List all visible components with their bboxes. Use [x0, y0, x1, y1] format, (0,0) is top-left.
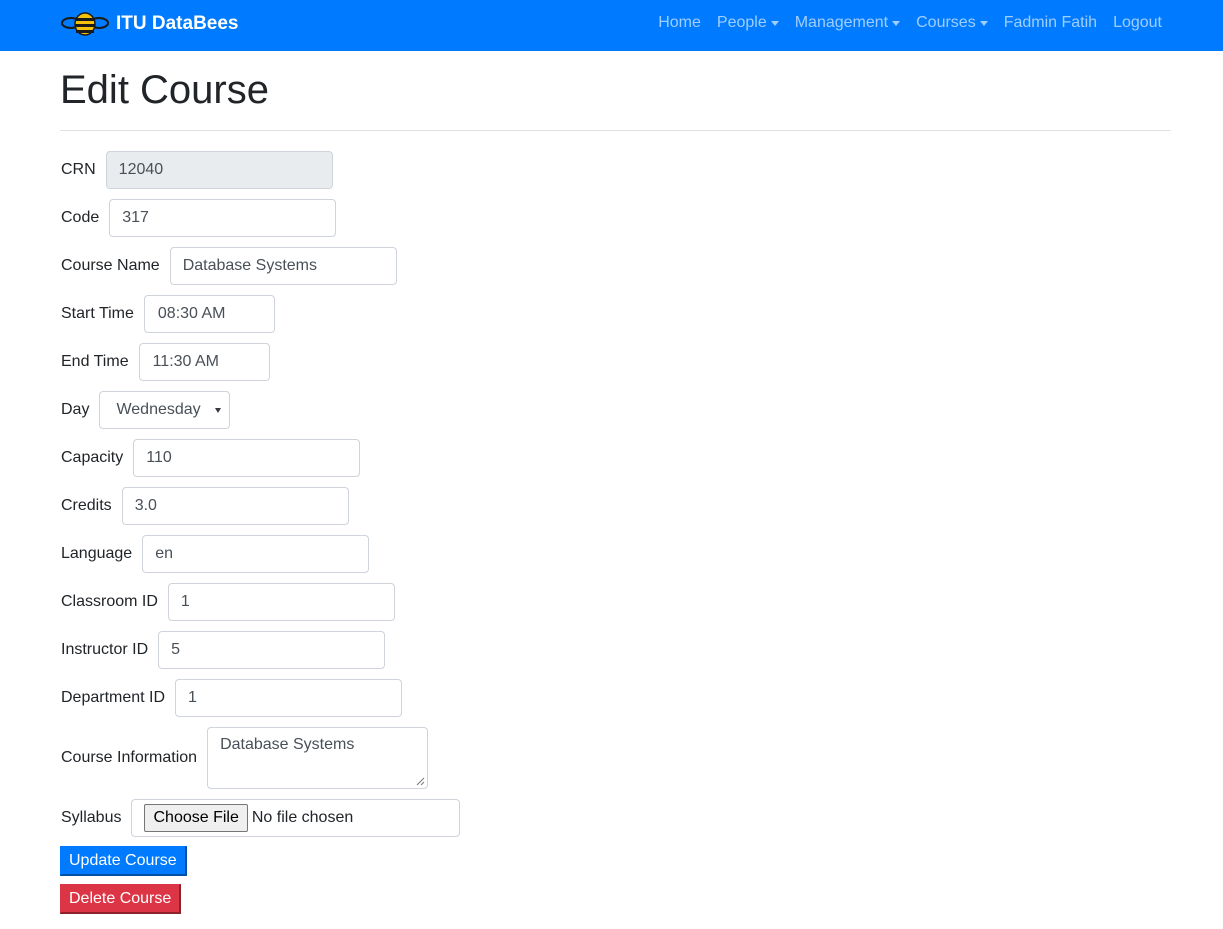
- capacity-label: Capacity: [61, 449, 124, 466]
- start-time-label: Start Time: [61, 305, 134, 322]
- end-time-row: End Time 11:30 AM: [61, 343, 270, 381]
- classroom-id-label: Classroom ID: [61, 593, 158, 610]
- start-time-row: Start Time 08:30 AM: [61, 295, 275, 333]
- day-select[interactable]: Wednesday: [99, 391, 231, 429]
- course-name-label: Course Name: [61, 257, 160, 274]
- nav-management-label: Management: [794, 13, 889, 31]
- caret-down-icon: [770, 21, 779, 26]
- course-information-label: Course Information: [61, 749, 198, 766]
- update-course-button[interactable]: Update Course: [60, 846, 187, 876]
- credits-label: Credits: [61, 497, 112, 514]
- instructor-id-input[interactable]: 5: [158, 631, 386, 669]
- title-divider: [60, 130, 1171, 131]
- day-row: Day Wednesday: [61, 391, 231, 429]
- language-input[interactable]: en: [142, 535, 370, 573]
- file-status-text: No file chosen: [251, 809, 354, 826]
- department-id-input[interactable]: 1: [175, 679, 403, 717]
- caret-down-icon: [979, 21, 988, 26]
- classroom-id-row: Classroom ID 1: [61, 583, 395, 621]
- language-label: Language: [61, 545, 133, 562]
- classroom-id-input[interactable]: 1: [167, 583, 395, 621]
- syllabus-row: Syllabus Choose File No file chosen: [61, 799, 461, 837]
- instructor-id-row: Instructor ID 5: [61, 631, 386, 669]
- course-information-row: Course Information Database Systems: [61, 727, 429, 789]
- top-navbar: ITU DataBees Home People Management Cour…: [0, 0, 1223, 51]
- end-time-label: End Time: [61, 353, 129, 370]
- credits-input[interactable]: 3.0: [121, 487, 349, 525]
- nav-courses-dropdown[interactable]: Courses: [916, 14, 988, 32]
- capacity-row: Capacity 110: [61, 439, 361, 477]
- nav-courses-label: Courses: [916, 13, 976, 31]
- brand[interactable]: ITU DataBees: [60, 10, 239, 38]
- bee-logo-icon: [61, 12, 109, 36]
- nav-logout-label: Logout: [1113, 13, 1162, 31]
- crn-row: CRN 12040: [61, 151, 333, 189]
- course-information-text: Database Systems: [220, 736, 355, 753]
- course-name-row: Course Name Database Systems: [61, 247, 397, 285]
- start-time-input[interactable]: 08:30 AM: [143, 295, 275, 333]
- credits-row: Credits 3.0: [61, 487, 349, 525]
- nav-people-label: People: [716, 13, 767, 31]
- nav-home[interactable]: Home: [658, 14, 701, 32]
- syllabus-file-input: Choose File No file chosen: [131, 799, 461, 837]
- nav-links: Home People Management Courses Fadmin Fa…: [658, 0, 1162, 45]
- choose-file-button[interactable]: Choose File: [144, 804, 248, 832]
- code-input[interactable]: 317: [109, 199, 337, 237]
- nav-user-label: Fadmin Fatih: [1003, 13, 1098, 31]
- course-name-input[interactable]: Database Systems: [169, 247, 397, 285]
- nav-logout[interactable]: Logout: [1113, 14, 1162, 32]
- end-time-input[interactable]: 11:30 AM: [138, 343, 270, 381]
- course-information-textarea[interactable]: Database Systems: [207, 727, 429, 789]
- code-label: Code: [61, 209, 100, 226]
- day-select-value: Wednesday: [116, 401, 201, 418]
- capacity-input[interactable]: 110: [133, 439, 361, 477]
- brand-name: ITU DataBees: [116, 13, 239, 34]
- page-title: Edit Course: [60, 68, 269, 112]
- code-row: Code 317: [61, 199, 337, 237]
- delete-course-button[interactable]: Delete Course: [60, 884, 182, 914]
- language-row: Language en: [61, 535, 370, 573]
- nav-home-label: Home: [658, 13, 701, 31]
- nav-user-profile[interactable]: Fadmin Fatih: [1004, 14, 1097, 32]
- department-id-row: Department ID 1: [61, 679, 403, 717]
- caret-down-icon: [892, 21, 901, 26]
- dropdown-arrow-icon: [214, 407, 221, 413]
- nav-management-dropdown[interactable]: Management: [794, 13, 901, 32]
- day-label: Day: [61, 401, 90, 418]
- syllabus-label: Syllabus: [61, 809, 122, 826]
- crn-input[interactable]: 12040: [105, 151, 333, 189]
- resize-handle-icon[interactable]: [416, 777, 425, 786]
- nav-people-dropdown[interactable]: People: [717, 14, 779, 32]
- instructor-id-label: Instructor ID: [61, 641, 149, 658]
- department-id-label: Department ID: [61, 689, 166, 706]
- crn-label: CRN: [61, 161, 96, 178]
